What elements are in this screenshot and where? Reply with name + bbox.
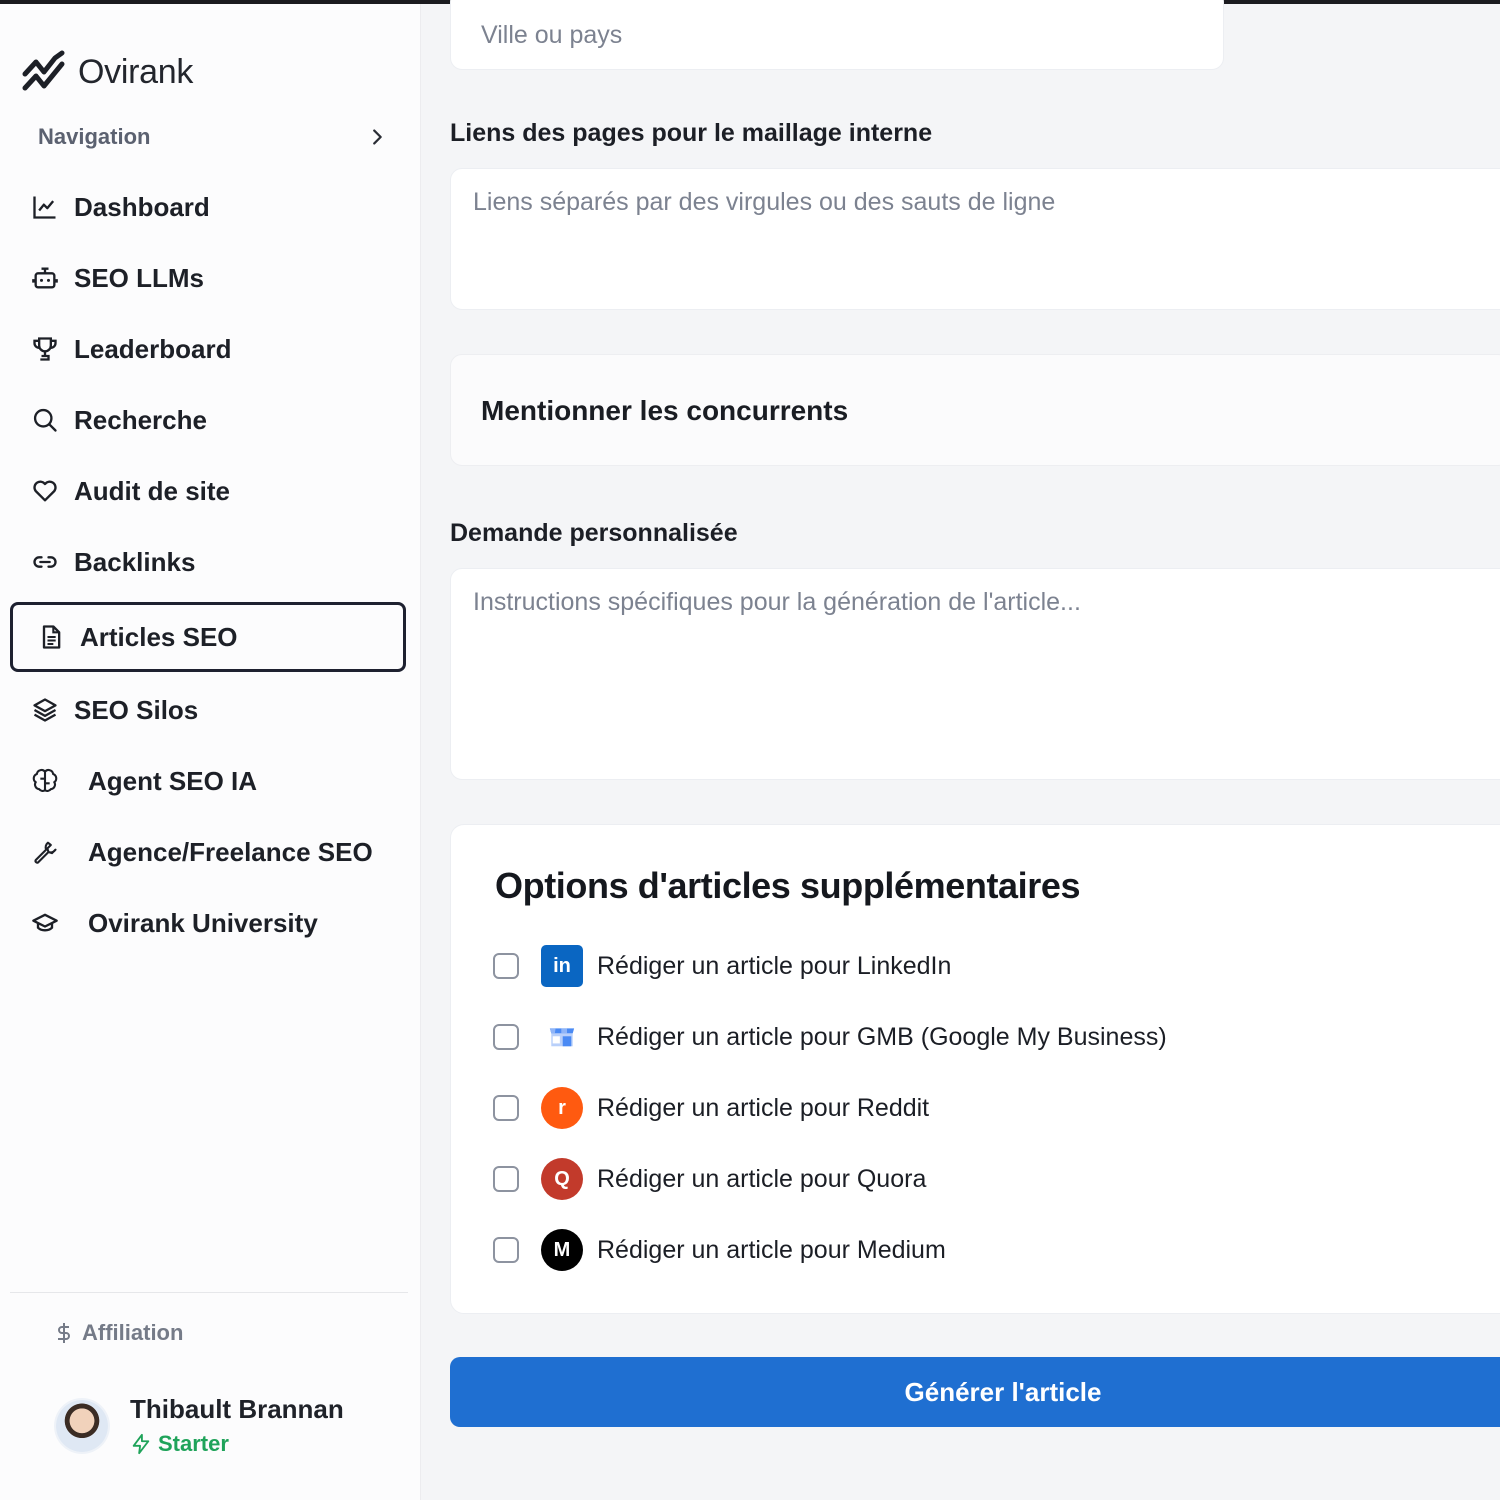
option-medium[interactable]: M Rédiger un article pour Medium xyxy=(493,1228,946,1272)
competitors-section[interactable]: Mentionner les concurrents xyxy=(450,354,1500,466)
sidebar-item-label: Recherche xyxy=(74,404,207,435)
option-label: Rédiger un article pour LinkedIn xyxy=(597,951,952,980)
chart-line-icon xyxy=(30,192,60,222)
location-input[interactable]: Ville ou pays xyxy=(450,0,1224,70)
gmb-checkbox[interactable] xyxy=(493,1024,519,1050)
option-label: Rédiger un article pour GMB (Google My B… xyxy=(597,1022,1167,1051)
sidebar-item-label: Articles SEO xyxy=(80,621,238,652)
extra-options-card: Options d'articles supplémentaires in Ré… xyxy=(450,824,1500,1314)
sidebar-item-ovirank-university[interactable]: Ovirank University xyxy=(10,888,406,958)
sidebar-item-label: Audit de site xyxy=(74,475,231,506)
sidebar-item-audit-de-site[interactable]: Audit de site xyxy=(10,456,406,526)
custom-request-label: Demande personnalisée xyxy=(450,519,738,547)
file-text-icon xyxy=(36,622,66,652)
affiliation-link[interactable]: Affiliation xyxy=(54,1320,183,1346)
navigation-toggle[interactable]: Navigation xyxy=(38,124,388,150)
plan-label: Starter xyxy=(158,1431,229,1456)
brand-logo[interactable]: Ovirank xyxy=(22,50,193,94)
plan-badge: Starter xyxy=(130,1431,344,1457)
competitors-title: Mentionner les concurrents xyxy=(481,395,849,426)
quora-icon: Q xyxy=(541,1158,583,1200)
link-icon xyxy=(30,547,60,577)
ovirank-logo-icon xyxy=(22,50,65,91)
sidebar-item-label: Agent SEO IA xyxy=(88,765,258,796)
zap-icon xyxy=(132,1433,150,1455)
generate-article-button[interactable]: Générer l'article xyxy=(450,1357,1500,1427)
custom-request-placeholder: Instructions spécifiques pour la générat… xyxy=(473,588,1081,616)
affiliation-label: Affiliation xyxy=(82,1320,184,1345)
sidebar: Ovirank Navigation Dashboard SEO LLMs Le… xyxy=(0,4,421,1500)
medium-icon: M xyxy=(541,1229,583,1271)
medium-checkbox[interactable] xyxy=(493,1237,519,1263)
custom-request-textarea[interactable]: Instructions spécifiques pour la générat… xyxy=(450,568,1500,780)
linkedin-icon: in xyxy=(541,945,583,987)
linkedin-checkbox[interactable] xyxy=(493,953,519,979)
quora-checkbox[interactable] xyxy=(493,1166,519,1192)
internal-links-textarea[interactable]: Liens séparés par des virgules ou des sa… xyxy=(450,168,1500,310)
heart-icon xyxy=(30,476,60,506)
extra-options-title: Options d'articles supplémentaires xyxy=(495,865,1081,906)
option-gmb[interactable]: Rédiger un article pour GMB (Google My B… xyxy=(493,1015,1167,1059)
brain-icon xyxy=(30,766,60,796)
sidebar-item-leaderboard[interactable]: Leaderboard xyxy=(10,314,406,384)
sidebar-item-label: Agence/Freelance SEO xyxy=(88,836,373,867)
sidebar-item-dashboard[interactable]: Dashboard xyxy=(10,172,406,242)
sidebar-item-label: SEO LLMs xyxy=(74,262,205,293)
sidebar-item-label: Ovirank University xyxy=(88,907,318,938)
layers-icon xyxy=(30,695,60,725)
dollar-icon xyxy=(58,1323,70,1343)
sidebar-item-agent-seo-ia[interactable]: Agent SEO IA xyxy=(10,746,406,816)
search-icon xyxy=(30,405,60,435)
wrench-icon xyxy=(30,837,60,867)
option-label: Rédiger un article pour Reddit xyxy=(597,1093,930,1122)
internal-links-label: Liens des pages pour le maillage interne xyxy=(450,119,933,147)
sidebar-item-label: SEO Silos xyxy=(74,694,199,725)
bot-icon xyxy=(30,263,60,293)
option-linkedin[interactable]: in Rédiger un article pour LinkedIn xyxy=(493,944,951,988)
location-placeholder: Ville ou pays xyxy=(481,21,623,49)
reddit-checkbox[interactable] xyxy=(493,1095,519,1121)
sidebar-item-seo-llms[interactable]: SEO LLMs xyxy=(10,243,406,313)
reddit-icon: r xyxy=(541,1087,583,1129)
chevron-right-icon xyxy=(373,129,382,145)
option-label: Rédiger un article pour Quora xyxy=(597,1164,927,1193)
sidebar-divider xyxy=(10,1292,408,1293)
internal-links-placeholder: Liens séparés par des virgules ou des sa… xyxy=(473,188,1056,216)
brand-name: Ovirank xyxy=(78,52,194,91)
graduation-cap-icon xyxy=(30,908,60,938)
option-label: Rédiger un article pour Medium xyxy=(597,1235,946,1264)
sidebar-item-agence-freelance-seo[interactable]: Agence/Freelance SEO xyxy=(10,817,406,887)
sidebar-item-label: Backlinks xyxy=(74,546,196,577)
google-my-business-icon xyxy=(541,1016,583,1058)
generate-article-label: Générer l'article xyxy=(904,1376,1102,1407)
navigation-label: Navigation xyxy=(38,124,151,149)
trophy-icon xyxy=(30,334,60,364)
option-reddit[interactable]: r Rédiger un article pour Reddit xyxy=(493,1086,929,1130)
sidebar-item-articles-seo[interactable]: Articles SEO xyxy=(10,602,406,672)
sidebar-item-label: Dashboard xyxy=(74,191,210,222)
user-name: Thibault Brannan xyxy=(130,1394,344,1424)
sidebar-item-label: Leaderboard xyxy=(74,333,232,364)
option-quora[interactable]: Q Rédiger un article pour Quora xyxy=(493,1157,926,1201)
sidebar-item-seo-silos[interactable]: SEO Silos xyxy=(10,675,406,745)
avatar xyxy=(56,1399,108,1452)
sidebar-item-recherche[interactable]: Recherche xyxy=(10,385,406,455)
sidebar-item-backlinks[interactable]: Backlinks xyxy=(10,527,406,597)
user-profile[interactable]: Thibault Brannan Starter xyxy=(56,1394,344,1457)
